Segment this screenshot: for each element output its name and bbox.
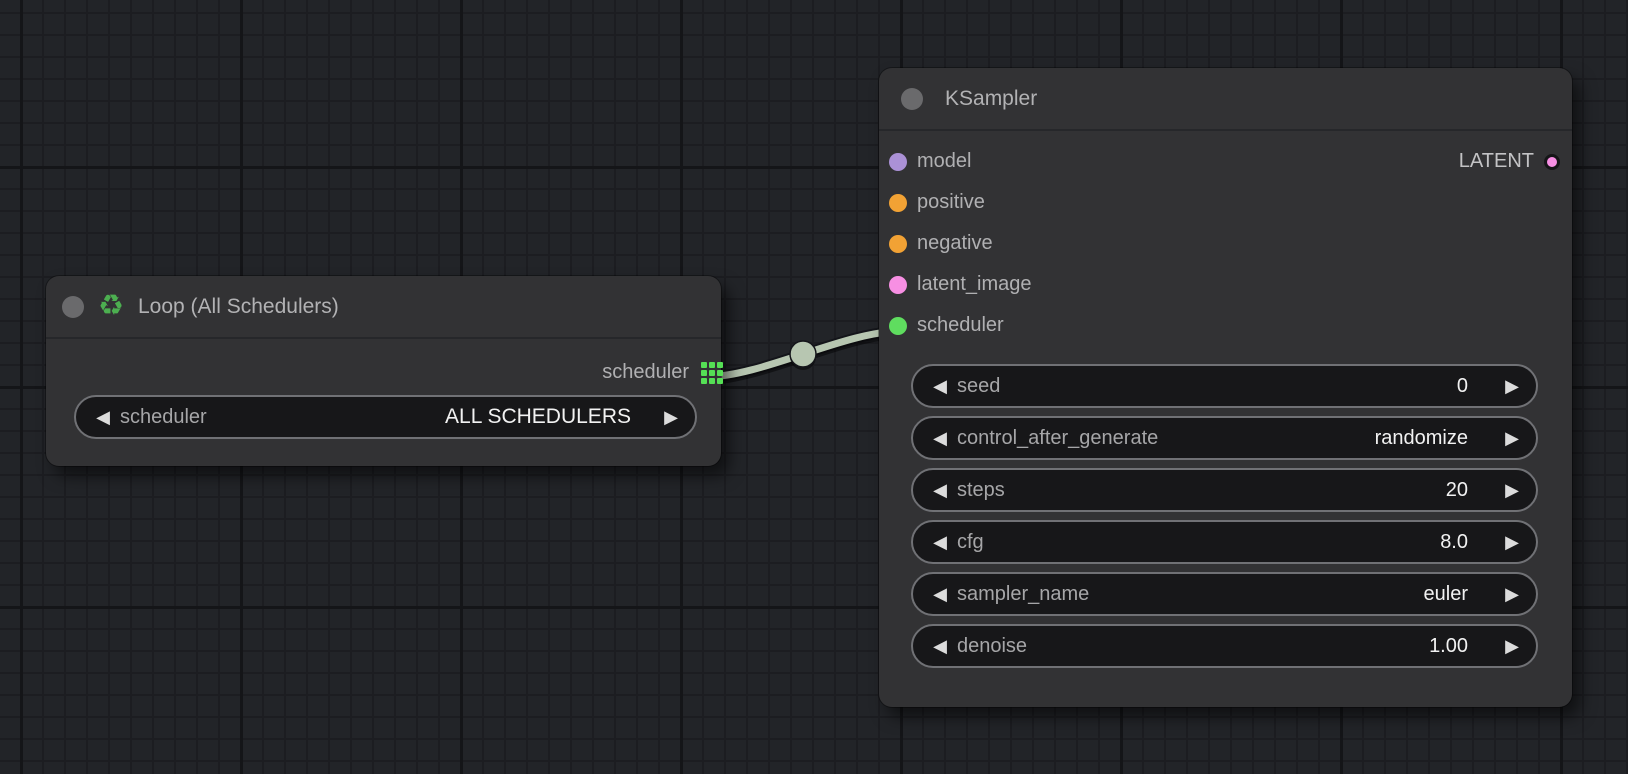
widget-label: seed [957,375,1000,398]
input-slot-positive[interactable] [889,194,907,212]
recycle-icon: ♻ [98,292,124,321]
input-row-latent-image: latent_image [879,264,1572,305]
input-slot-label: negative [917,232,993,255]
output-slot-label: scheduler [602,361,689,384]
decrement-arrow-icon[interactable]: ◀ [928,533,952,551]
widget-scheduler[interactable]: ◀ scheduler ALL SCHEDULERS ▶ [74,395,697,439]
input-slot-label: model [917,150,971,173]
node-body: model positive negative latent_image sch… [879,131,1572,668]
widget-steps[interactable]: ◀ steps 20 ▶ [911,468,1538,512]
increment-arrow-icon[interactable]: ▶ [659,408,683,426]
node-ksampler[interactable]: KSampler model positive negative lat [879,68,1572,707]
widget-value: ALL SCHEDULERS [445,405,631,429]
increment-arrow-icon[interactable]: ▶ [1500,585,1524,603]
node-title: Loop (All Schedulers) [138,295,339,319]
increment-arrow-icon[interactable]: ▶ [1500,533,1524,551]
input-slot-latent-image[interactable] [889,276,907,294]
input-slot-scheduler[interactable] [889,317,907,335]
node-body: scheduler ◀ scheduler ALL SCHEDULERS ▶ [46,352,721,439]
node-header[interactable]: KSampler [879,68,1572,131]
widget-denoise[interactable]: ◀ denoise 1.00 ▶ [911,624,1538,668]
increment-arrow-icon[interactable]: ▶ [1500,637,1524,655]
widget-value: 0 [1457,375,1468,398]
increment-arrow-icon[interactable]: ▶ [1500,429,1524,447]
widget-label: steps [957,479,1005,502]
widget-label: denoise [957,635,1027,658]
node-loop-all-schedulers[interactable]: ♻ Loop (All Schedulers) scheduler ◀ sche… [46,276,721,466]
link-midpoint-dot[interactable] [790,341,816,367]
widget-label: scheduler [120,406,207,429]
decrement-arrow-icon[interactable]: ◀ [928,429,952,447]
input-slot-negative[interactable] [889,235,907,253]
widget-sampler-name[interactable]: ◀ sampler_name euler ▶ [911,572,1538,616]
widget-seed[interactable]: ◀ seed 0 ▶ [911,364,1538,408]
widget-cfg[interactable]: ◀ cfg 8.0 ▶ [911,520,1538,564]
decrement-arrow-icon[interactable]: ◀ [928,637,952,655]
widget-value: 8.0 [1440,531,1468,554]
output-row-scheduler: scheduler [46,352,723,393]
widget-control-after-generate[interactable]: ◀ control_after_generate randomize ▶ [911,416,1538,460]
input-row-scheduler: scheduler [879,305,1572,346]
input-row-negative: negative [879,223,1572,264]
input-slot-label: positive [917,191,985,214]
decrement-arrow-icon[interactable]: ◀ [928,481,952,499]
increment-arrow-icon[interactable]: ▶ [1500,377,1524,395]
widget-label: cfg [957,531,984,554]
widget-list: ◀ seed 0 ▶ ◀ control_after_generate rand… [911,364,1538,668]
widget-value: randomize [1375,427,1468,450]
input-slot-label: scheduler [917,314,1004,337]
collapse-toggle[interactable] [901,88,923,110]
output-row-latent: LATENT [1459,141,1560,182]
widget-value: 20 [1446,479,1468,502]
decrement-arrow-icon[interactable]: ◀ [91,408,115,426]
widget-label: control_after_generate [957,427,1158,450]
widget-label: sampler_name [957,583,1089,606]
input-slot-model[interactable] [889,153,907,171]
input-slot-label: latent_image [917,273,1032,296]
increment-arrow-icon[interactable]: ▶ [1500,481,1524,499]
node-graph-canvas[interactable]: ♻ Loop (All Schedulers) scheduler ◀ sche… [0,0,1628,774]
output-slot-latent[interactable] [1544,154,1560,170]
decrement-arrow-icon[interactable]: ◀ [928,377,952,395]
widget-value: euler [1424,583,1468,606]
input-row-positive: positive [879,182,1572,223]
decrement-arrow-icon[interactable]: ◀ [928,585,952,603]
output-slot-label: LATENT [1459,150,1534,173]
output-slot-grid-icon[interactable] [701,362,723,384]
node-title: KSampler [945,87,1037,111]
widget-value: 1.00 [1429,635,1468,658]
collapse-toggle[interactable] [62,296,84,318]
node-header[interactable]: ♻ Loop (All Schedulers) [46,276,721,339]
